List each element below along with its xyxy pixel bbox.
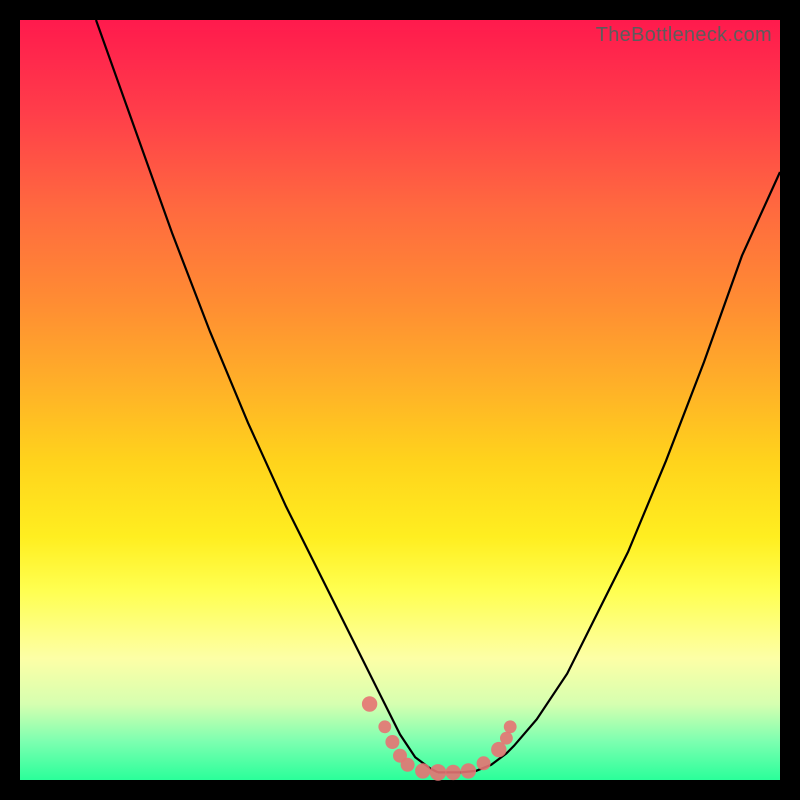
trough-marker	[385, 735, 399, 749]
trough-marker	[504, 720, 517, 733]
trough-markers	[362, 696, 517, 780]
watermark-text: TheBottleneck.com	[596, 24, 772, 47]
trough-marker	[461, 763, 476, 778]
plot-area: TheBottleneck.com	[20, 20, 780, 780]
trough-marker	[362, 696, 377, 711]
chart-svg	[20, 20, 780, 780]
curve-right-branch	[438, 172, 780, 772]
trough-marker	[430, 764, 447, 781]
trough-marker	[378, 720, 391, 733]
curve-left-branch	[96, 20, 438, 772]
trough-marker	[415, 763, 430, 778]
chart-frame: TheBottleneck.com	[20, 20, 780, 780]
trough-marker	[500, 732, 513, 745]
trough-marker	[446, 765, 461, 780]
trough-marker	[491, 742, 506, 757]
trough-marker	[401, 758, 415, 772]
trough-marker	[477, 756, 491, 770]
